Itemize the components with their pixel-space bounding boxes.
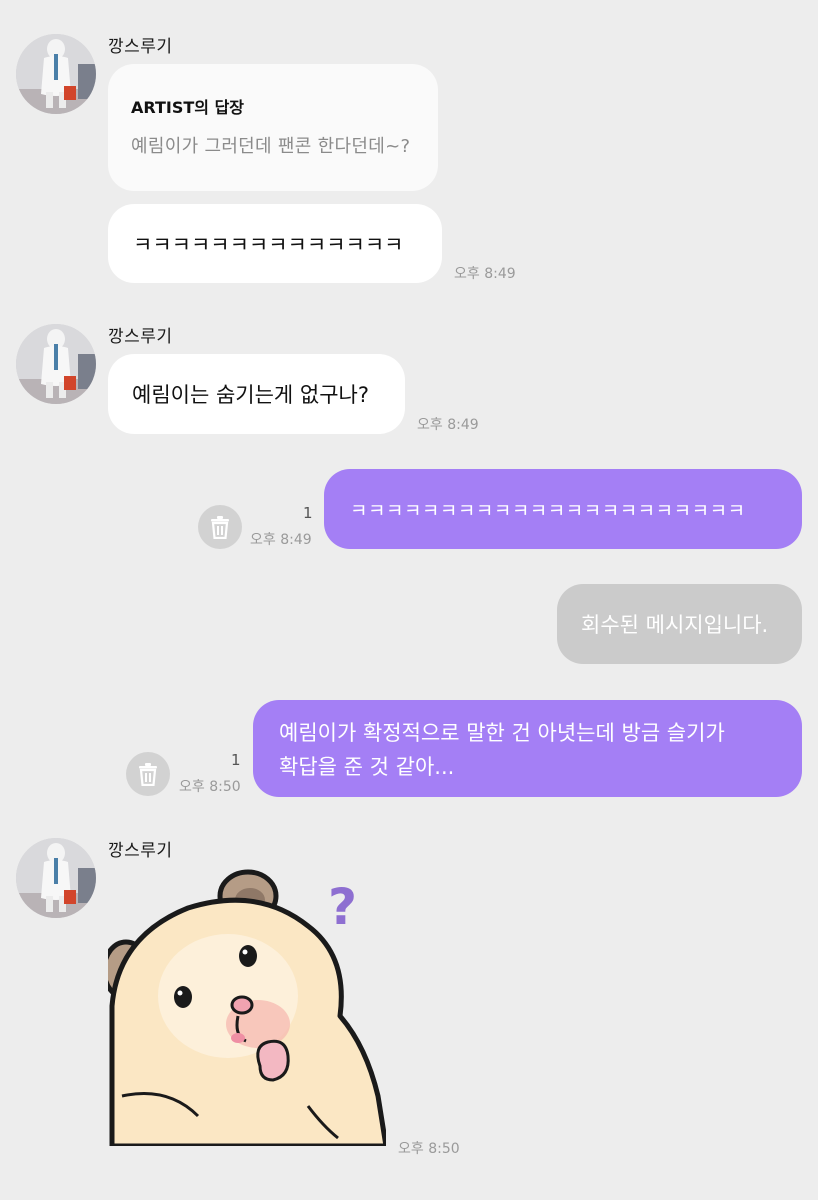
delete-button[interactable] bbox=[198, 505, 242, 549]
my-message-bubble[interactable]: ㅋㅋㅋㅋㅋㅋㅋㅋㅋㅋㅋㅋㅋㅋㅋㅋㅋㅋㅋㅋㅋㅋ bbox=[324, 469, 802, 549]
sender-avatar[interactable] bbox=[16, 838, 96, 918]
message-text: 예림이는 숨기는게 없구나? bbox=[132, 383, 370, 407]
unread-count: 1 bbox=[231, 751, 241, 769]
recalled-message-bubble[interactable]: 회수된 메시지입니다. bbox=[557, 584, 802, 664]
recalled-message-text: 회수된 메시지입니다. bbox=[581, 613, 769, 637]
message-text: ㅋㅋㅋㅋㅋㅋㅋㅋㅋㅋㅋㅋㅋㅋㅋㅋㅋㅋㅋㅋㅋㅋ bbox=[350, 500, 746, 522]
hamster-thinking-sticker[interactable]: ? bbox=[101, 866, 389, 1149]
message-time: 오후 8:49 bbox=[417, 417, 479, 433]
sender-name: 깡스루기 bbox=[108, 37, 173, 57]
message-time: 오후 8:49 bbox=[250, 532, 312, 548]
trash-icon bbox=[211, 516, 229, 539]
sender-name: 깡스루기 bbox=[108, 841, 173, 861]
message-text-line: 확답을 준 것 같아... bbox=[279, 755, 455, 779]
reply-title: ARTIST의 답장 bbox=[131, 98, 245, 117]
unread-count: 1 bbox=[303, 504, 313, 522]
sender-avatar[interactable] bbox=[16, 324, 96, 404]
svg-text:?: ? bbox=[328, 878, 357, 936]
sender-avatar[interactable] bbox=[16, 34, 96, 114]
message-time: 오후 8:50 bbox=[398, 1141, 460, 1157]
delete-button[interactable] bbox=[126, 752, 170, 796]
reply-bubble[interactable]: ARTIST의 답장 예림이가 그러던데 팬콘 한다던데~? bbox=[108, 64, 438, 191]
message-bubble[interactable]: 예림이는 숨기는게 없구나? bbox=[108, 354, 405, 434]
message-time: 오후 8:50 bbox=[179, 779, 241, 795]
sender-name: 깡스루기 bbox=[108, 327, 173, 347]
my-message-bubble[interactable]: 예림이가 확정적으로 말한 건 아녓는데 방금 슬기가 확답을 준 것 같아..… bbox=[253, 700, 802, 797]
reply-quote: 예림이가 그러던데 팬콘 한다던데~? bbox=[131, 136, 411, 157]
message-text: ㅋㅋㅋㅋㅋㅋㅋㅋㅋㅋㅋㅋㅋㅋ bbox=[133, 233, 404, 257]
message-time: 오후 8:49 bbox=[454, 266, 516, 282]
message-bubble[interactable]: ㅋㅋㅋㅋㅋㅋㅋㅋㅋㅋㅋㅋㅋㅋ bbox=[108, 204, 442, 283]
trash-icon bbox=[139, 763, 157, 786]
message-text-line: 예림이가 확정적으로 말한 건 아녓는데 방금 슬기가 bbox=[279, 721, 725, 745]
